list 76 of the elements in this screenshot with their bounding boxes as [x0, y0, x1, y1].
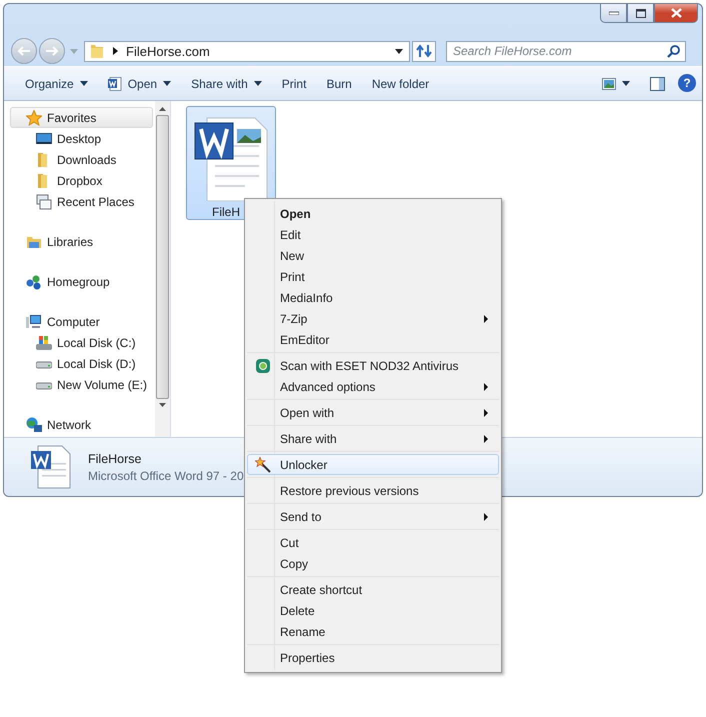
search-field[interactable]: Search FileHorse.com [446, 40, 686, 62]
menu-item[interactable]: Open with [247, 402, 499, 423]
sidebar-item[interactable]: Homegroup [10, 271, 153, 292]
sidebar-item[interactable]: Local Disk (D:) [10, 353, 153, 374]
scroll-up-arrow-icon[interactable] [159, 107, 166, 111]
menu-item[interactable]: Unlocker [247, 454, 499, 475]
menu-item[interactable]: Edit [247, 224, 499, 245]
word-document-icon [30, 445, 72, 489]
address-path: FileHorse.com [126, 44, 211, 58]
toolbar-button[interactable]: Open [100, 74, 178, 94]
minimize-icon [608, 11, 618, 15]
minimize-button[interactable] [600, 4, 627, 23]
recent-icon [36, 194, 52, 210]
sidebar-item[interactable]: Libraries [10, 231, 153, 252]
preview-pane-icon [650, 76, 665, 90]
sidebar-item[interactable]: Computer [10, 311, 153, 332]
sidebar-item[interactable]: Desktop [10, 128, 153, 149]
file-item[interactable]: FileH [186, 106, 276, 220]
close-button[interactable] [654, 4, 698, 23]
word-document-icon [193, 115, 269, 201]
sidebar-item[interactable]: Recent Places [10, 191, 153, 212]
dropdown-caret-icon[interactable] [395, 48, 403, 54]
help-button[interactable]: ? [678, 74, 696, 92]
sidebar-item[interactable]: Favorites [10, 107, 153, 128]
menu-item[interactable]: Share with [247, 428, 499, 449]
refresh-button[interactable] [412, 40, 436, 62]
toolbar-button[interactable]: Share with [184, 74, 269, 94]
back-arrow-icon [16, 45, 32, 57]
refresh-icon [416, 44, 432, 58]
menu-item[interactable]: Print [247, 266, 499, 287]
magic-wand-icon [254, 456, 270, 472]
maximize-icon [636, 8, 646, 18]
menu-item[interactable]: Advanced options [247, 376, 499, 397]
close-icon [670, 8, 682, 18]
address-bar[interactable]: FileHorse.com [84, 40, 410, 62]
menu-item[interactable]: New [247, 245, 499, 266]
menu-item[interactable]: Delete [247, 600, 499, 621]
sidebar-item[interactable]: Network [10, 414, 153, 435]
toolbar-button[interactable]: Print [274, 74, 314, 94]
toolbar-button[interactable]: New folder [364, 74, 436, 94]
caret-icon [622, 81, 630, 86]
sidebar-item[interactable]: New Volume (E:) [10, 374, 153, 395]
sidebar-item[interactable]: Local Disk (C:) [10, 332, 153, 353]
menu-item[interactable]: Restore previous versions [247, 480, 499, 501]
menu-item[interactable]: Cut [247, 532, 499, 553]
sidebar-item[interactable]: Dropbox [10, 170, 153, 191]
antivirus-icon [256, 358, 270, 372]
maximize-button[interactable] [627, 4, 654, 23]
menu-item[interactable]: MediaInfo [247, 287, 499, 308]
toolbar-button[interactable]: Burn [319, 74, 359, 94]
file-name: FileHorse [88, 452, 142, 466]
sysdisk-icon [36, 334, 52, 350]
menu-item[interactable]: EmEditor [247, 329, 499, 350]
menu-item[interactable]: Send to [247, 506, 499, 527]
menu-item[interactable]: Scan with ESET NOD32 Antivirus [247, 355, 499, 376]
sidebar-item[interactable]: Downloads [10, 149, 153, 170]
toolbar-button[interactable]: Organize [18, 74, 95, 94]
homegroup-icon [26, 274, 42, 290]
word-document-icon [108, 76, 122, 90]
menu-item[interactable]: Rename [247, 621, 499, 642]
folder-icon [89, 43, 105, 59]
file-type: Microsoft Office Word 97 - 20 [88, 468, 244, 482]
star-icon [26, 110, 42, 126]
search-icon [667, 44, 680, 58]
scrollbar[interactable] [155, 101, 170, 437]
menu-item[interactable]: Copy [247, 553, 499, 574]
scroll-down-arrow-icon[interactable] [159, 403, 166, 407]
menu-item[interactable]: 7-Zip [247, 308, 499, 329]
network-icon [26, 416, 42, 432]
desktop-icon [36, 130, 52, 146]
view-icon [602, 78, 616, 90]
breadcrumb-arrow-icon [113, 47, 118, 55]
menu-item[interactable]: Create shortcut [247, 579, 499, 600]
computer-icon [26, 314, 42, 330]
forward-arrow-icon [44, 45, 60, 57]
menu-item[interactable]: Properties [247, 647, 499, 668]
